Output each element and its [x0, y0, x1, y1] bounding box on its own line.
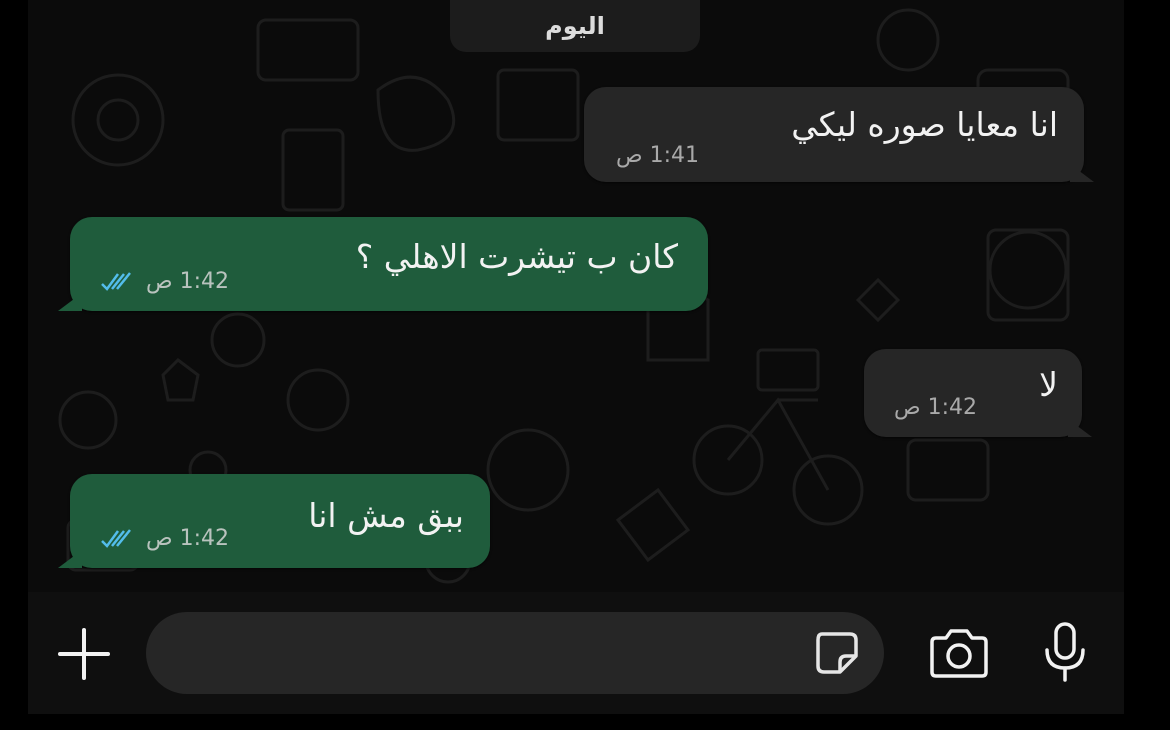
message-text: انا معايا صوره ليكي — [791, 105, 1058, 144]
message-composer — [28, 592, 1124, 714]
microphone-icon[interactable] — [1040, 620, 1090, 686]
bubble-tail — [58, 293, 82, 311]
message-time: 1:41 ص — [616, 143, 699, 168]
chat-screen: اليوم انا معايا صوره ليكي 1:41 ص كان ب ت… — [28, 0, 1124, 714]
message-bubble-incoming[interactable]: لا 1:42 ص — [864, 349, 1092, 437]
message-time: 1:42 ص — [894, 395, 977, 420]
message-bubble-incoming[interactable]: انا معايا صوره ليكي 1:41 ص — [584, 87, 1094, 182]
date-chip: اليوم — [450, 0, 700, 52]
message-text: كان ب تيشرت الاهلي ؟ — [355, 237, 678, 276]
message-text: لا — [1039, 365, 1058, 404]
plus-icon[interactable] — [54, 624, 114, 684]
bubble-tail — [1068, 419, 1092, 437]
camera-icon[interactable] — [926, 626, 992, 682]
sticker-icon[interactable] — [810, 626, 864, 680]
read-receipt-icon — [101, 529, 131, 548]
message-time: 1:42 ص — [146, 526, 229, 551]
bubble-tail — [1070, 164, 1094, 182]
message-text: ببق مش انا — [308, 496, 464, 535]
read-receipt-icon — [101, 272, 131, 291]
message-time: 1:42 ص — [146, 269, 229, 294]
message-bubble-outgoing[interactable]: ببق مش انا 1:42 ص — [58, 474, 490, 568]
message-input[interactable] — [146, 612, 884, 694]
bubble-tail — [58, 550, 82, 568]
message-bubble-outgoing[interactable]: كان ب تيشرت الاهلي ؟ 1:42 ص — [58, 217, 708, 311]
